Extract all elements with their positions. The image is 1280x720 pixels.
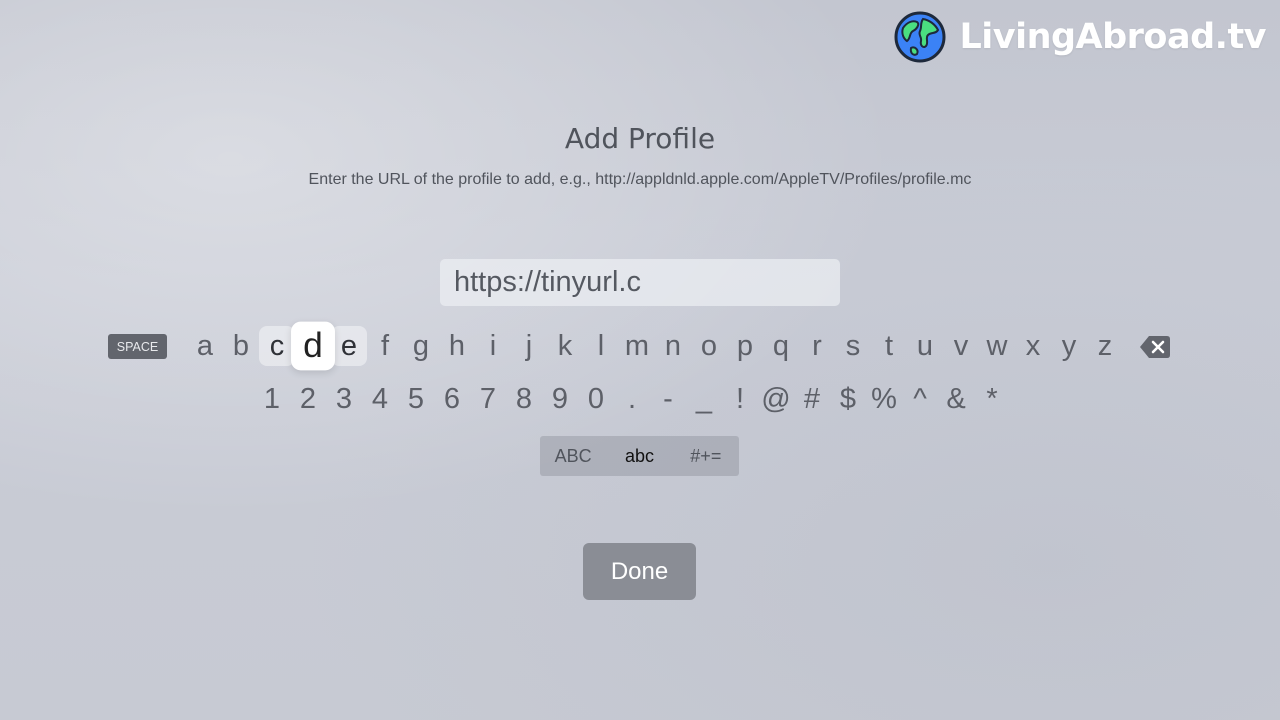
letter-keys-row: abcdefghijklmnopqrstuvwxyz (187, 321, 1123, 371)
key-y[interactable]: y (1051, 326, 1087, 366)
key-dollar[interactable]: $ (830, 379, 866, 419)
key-g[interactable]: g (403, 326, 439, 366)
key-h[interactable]: h (439, 326, 475, 366)
key-s[interactable]: s (835, 326, 871, 366)
key-i[interactable]: i (475, 326, 511, 366)
key-u[interactable]: u (907, 326, 943, 366)
key-period[interactable]: . (614, 379, 650, 419)
key-9[interactable]: 9 (542, 379, 578, 419)
key-hyphen[interactable]: - (650, 379, 686, 419)
key-3[interactable]: 3 (326, 379, 362, 419)
key-b[interactable]: b (223, 326, 259, 366)
key-r[interactable]: r (799, 326, 835, 366)
key-hash[interactable]: # (794, 379, 830, 419)
mode-symbols-button[interactable]: #+= (673, 436, 739, 476)
key-1[interactable]: 1 (254, 379, 290, 419)
key-underscore[interactable]: _ (686, 379, 722, 419)
key-x[interactable]: x (1015, 326, 1051, 366)
key-n[interactable]: n (655, 326, 691, 366)
key-l[interactable]: l (583, 326, 619, 366)
key-w[interactable]: w (979, 326, 1015, 366)
dialog-instructions: Enter the URL of the profile to add, e.g… (308, 171, 972, 188)
key-q[interactable]: q (763, 326, 799, 366)
key-p[interactable]: p (727, 326, 763, 366)
key-ampersand[interactable]: & (938, 379, 974, 419)
key-0[interactable]: 0 (578, 379, 614, 419)
dialog-title: Add Profile (564, 122, 716, 155)
key-j[interactable]: j (511, 326, 547, 366)
key-4[interactable]: 4 (362, 379, 398, 419)
keyboard-mode-selector: ABC abc #+= (540, 436, 739, 476)
mode-lowercase-button[interactable]: abc (606, 436, 672, 476)
key-exclamation[interactable]: ! (722, 379, 758, 419)
key-a[interactable]: a (187, 326, 223, 366)
key-8[interactable]: 8 (506, 379, 542, 419)
delete-key[interactable] (1139, 334, 1171, 360)
key-percent[interactable]: % (866, 379, 902, 419)
key-caret[interactable]: ^ (902, 379, 938, 419)
key-e[interactable]: e (331, 326, 367, 366)
profile-url-input[interactable]: https://tinyurl.c (440, 259, 840, 306)
brand-watermark: LivingAbroad.tv (893, 10, 1266, 64)
key-6[interactable]: 6 (434, 379, 470, 419)
key-2[interactable]: 2 (290, 379, 326, 419)
key-asterisk[interactable]: * (974, 379, 1010, 419)
key-f[interactable]: f (367, 326, 403, 366)
backspace-icon (1139, 334, 1171, 360)
mode-uppercase-button[interactable]: ABC (540, 436, 606, 476)
profile-url-value: https://tinyurl.c (454, 266, 641, 298)
space-key[interactable]: SPACE (108, 334, 167, 359)
key-5[interactable]: 5 (398, 379, 434, 419)
key-k[interactable]: k (547, 326, 583, 366)
key-o[interactable]: o (691, 326, 727, 366)
globe-icon (893, 10, 947, 64)
digit-symbol-keys-row: 1 2 3 4 5 6 7 8 9 0. - _! @ # $% ^ & * (254, 379, 1010, 419)
key-7[interactable]: 7 (470, 379, 506, 419)
key-t[interactable]: t (871, 326, 907, 366)
brand-name: LivingAbroad.tv (959, 17, 1266, 57)
key-m[interactable]: m (619, 326, 655, 366)
key-v[interactable]: v (943, 326, 979, 366)
key-d[interactable]: d (291, 321, 335, 371)
done-button[interactable]: Done (583, 543, 696, 600)
key-c[interactable]: c (259, 326, 295, 366)
key-z[interactable]: z (1087, 326, 1123, 366)
key-at[interactable]: @ (758, 379, 794, 419)
